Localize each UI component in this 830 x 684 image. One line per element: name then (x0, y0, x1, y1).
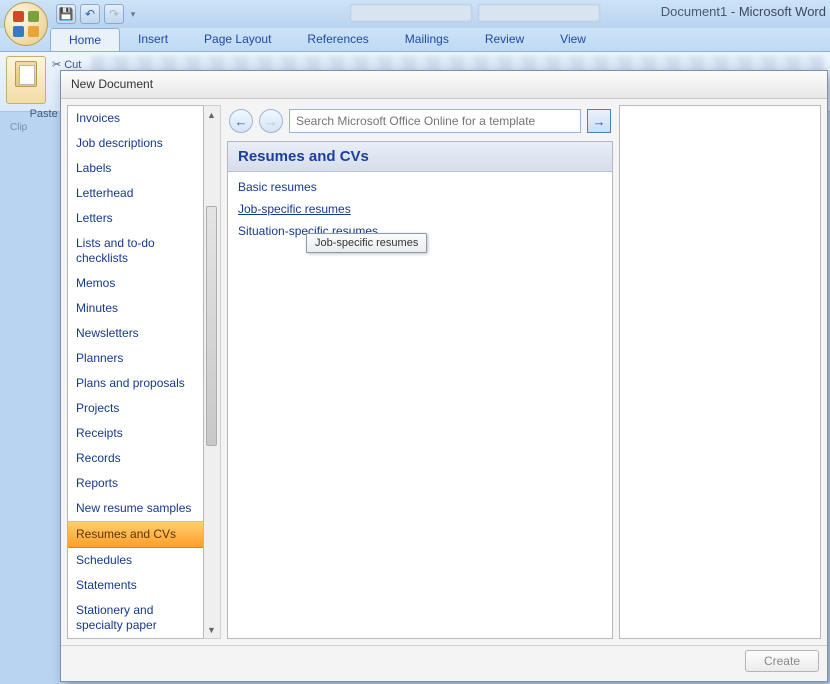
search-go-button[interactable]: → (587, 109, 611, 133)
save-icon: 💾 (59, 7, 74, 21)
background-tabs (350, 4, 600, 22)
chevron-down-icon: ▾ (131, 9, 136, 20)
ribbon-tab-home[interactable]: Home (50, 28, 120, 51)
scroll-up-icon[interactable]: ▲ (204, 107, 219, 122)
category-panel: Invoices Job descriptions Labels Letterh… (67, 105, 221, 639)
redo-icon: ↷ (109, 7, 119, 21)
office-logo-icon (13, 11, 39, 37)
category-records[interactable]: Records (68, 446, 203, 471)
nav-forward-button[interactable]: → (259, 109, 283, 133)
category-plans-proposals[interactable]: Plans and proposals (68, 371, 203, 396)
category-new-resume-samples[interactable]: New resume samples (68, 496, 203, 521)
paste-label: Paste (30, 108, 58, 120)
cut-label: Cut (64, 59, 81, 71)
category-reports[interactable]: Reports (68, 471, 203, 496)
category-statements[interactable]: Statements (68, 573, 203, 598)
category-job-descriptions[interactable]: Job descriptions (68, 131, 203, 156)
new-document-dialog: New Document Invoices Job descriptions L… (60, 70, 828, 682)
category-newsletters[interactable]: Newsletters (68, 321, 203, 346)
create-button[interactable]: Create (745, 650, 819, 672)
paste-icon (15, 61, 37, 87)
quick-access-toolbar: 💾 ↶ ↷ ▾ (56, 4, 138, 24)
category-minutes[interactable]: Minutes (68, 296, 203, 321)
category-stationery[interactable]: Stationery and specialty paper (68, 598, 203, 638)
qat-customize-dropdown[interactable]: ▾ (128, 5, 138, 23)
template-browser: ← → → Resumes and CVs Basic resumes Job-… (227, 105, 613, 639)
category-resumes-cvs[interactable]: Resumes and CVs (68, 521, 203, 548)
window-title: Document1 - Microsoft Word (661, 4, 826, 19)
category-scrollbar[interactable]: ▲ ▼ (204, 105, 221, 639)
arrow-left-icon: ← (235, 114, 248, 129)
content-heading: Resumes and CVs (228, 142, 612, 172)
template-content: Resumes and CVs Basic resumes Job-specif… (227, 141, 613, 639)
ribbon-tabs: Home Insert Page Layout References Maili… (0, 28, 830, 52)
dialog-title: New Document (61, 71, 827, 99)
category-labels[interactable]: Labels (68, 156, 203, 181)
category-letters[interactable]: Letters (68, 206, 203, 231)
tooltip: Job-specific resumes (306, 233, 427, 253)
app-name: Microsoft Word (739, 4, 826, 19)
category-list[interactable]: Invoices Job descriptions Labels Letterh… (67, 105, 204, 639)
nav-back-button[interactable]: ← (229, 109, 253, 133)
office-button[interactable] (4, 2, 48, 46)
template-search-input[interactable] (289, 109, 581, 133)
scroll-down-icon[interactable]: ▼ (204, 622, 219, 637)
window-title-bar: 💾 ↶ ↷ ▾ Document1 - Microsoft Word (0, 0, 830, 28)
save-button[interactable]: 💾 (56, 4, 76, 24)
category-schedules[interactable]: Schedules (68, 548, 203, 573)
arrow-right-icon: → (593, 114, 606, 129)
ribbon-tab-references[interactable]: References (289, 28, 386, 51)
category-memos[interactable]: Memos (68, 271, 203, 296)
category-letterhead[interactable]: Letterhead (68, 181, 203, 206)
ribbon-tab-review[interactable]: Review (467, 28, 542, 51)
category-receipts[interactable]: Receipts (68, 421, 203, 446)
preview-panel (619, 105, 821, 639)
category-time-sheets[interactable]: Time sheets (68, 638, 203, 639)
ribbon-tab-page-layout[interactable]: Page Layout (186, 28, 289, 51)
template-link-basic-resumes[interactable]: Basic resumes (238, 180, 602, 194)
dialog-footer: Create (61, 645, 827, 675)
redo-button[interactable]: ↷ (104, 4, 124, 24)
clipboard-group-label: Clip (10, 122, 27, 133)
scroll-thumb[interactable] (206, 206, 217, 446)
template-link-job-specific-resumes[interactable]: Job-specific resumes (238, 202, 602, 216)
undo-button[interactable]: ↶ (80, 4, 100, 24)
ribbon-tab-view[interactable]: View (542, 28, 604, 51)
ribbon-tab-mailings[interactable]: Mailings (387, 28, 467, 51)
category-planners[interactable]: Planners (68, 346, 203, 371)
paste-button[interactable] (6, 56, 46, 104)
category-invoices[interactable]: Invoices (68, 106, 203, 131)
ribbon-tab-insert[interactable]: Insert (120, 28, 186, 51)
document-name: Document1 (661, 4, 727, 19)
category-lists-todos[interactable]: Lists and to-do checklists (68, 231, 203, 271)
arrow-right-icon: → (265, 114, 278, 129)
category-projects[interactable]: Projects (68, 396, 203, 421)
undo-icon: ↶ (85, 7, 95, 21)
